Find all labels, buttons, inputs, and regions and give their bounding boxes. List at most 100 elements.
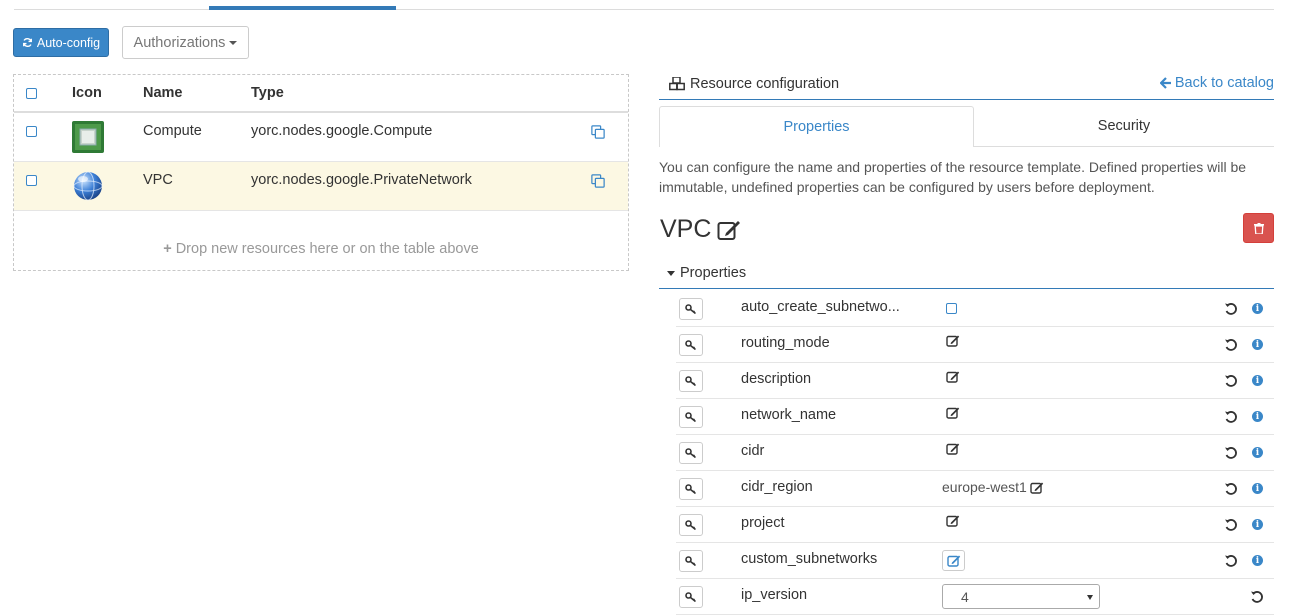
key-icon — [685, 448, 696, 458]
info-icon[interactable]: i — [1252, 483, 1263, 494]
property-edit[interactable] — [946, 406, 960, 422]
property-name: network_name — [741, 407, 837, 423]
reset-button[interactable] — [1224, 554, 1238, 568]
plus-icon: + — [163, 241, 172, 257]
trash-icon — [1253, 222, 1264, 234]
duplicate-icon[interactable] — [591, 174, 605, 188]
property-name: ip_version — [741, 587, 808, 603]
edit-icon[interactable] — [946, 406, 960, 419]
arrow-left-icon — [1159, 77, 1171, 89]
property-key-button[interactable] — [679, 550, 703, 572]
key-icon — [685, 556, 696, 566]
reset-icon[interactable] — [1224, 338, 1238, 352]
authorizations-dropdown[interactable]: Authorizations — [122, 26, 249, 59]
auto-config-button[interactable]: Auto-config — [13, 28, 109, 57]
property-edit[interactable] — [946, 514, 960, 530]
properties-section-title: Properties — [680, 265, 747, 281]
caret-down-icon — [229, 40, 238, 45]
property-edit[interactable] — [946, 334, 960, 350]
edit-icon[interactable] — [946, 442, 960, 455]
reset-icon[interactable] — [1224, 446, 1238, 460]
property-select[interactable]: 4 — [942, 584, 1100, 609]
property-row: cidr i — [676, 435, 1274, 471]
back-to-catalog-link[interactable]: Back to catalog — [1159, 75, 1274, 91]
network-globe-icon — [73, 171, 103, 201]
reset-button[interactable] — [1224, 410, 1238, 424]
reset-icon[interactable] — [1224, 410, 1238, 424]
property-name: auto_create_subnetwo... — [741, 299, 900, 315]
reset-icon[interactable] — [1250, 590, 1264, 604]
tab-properties[interactable]: Properties — [659, 106, 974, 147]
tab-properties-label: Properties — [783, 119, 850, 135]
property-key-button[interactable] — [679, 586, 703, 608]
property-edit[interactable] — [946, 370, 960, 386]
row-checkbox[interactable] — [26, 175, 37, 186]
property-name: cidr — [741, 443, 765, 459]
key-icon — [685, 376, 696, 386]
property-value[interactable]: europe-west1 — [942, 477, 1044, 497]
edit-icon[interactable] — [946, 370, 960, 383]
property-edit-button[interactable] — [942, 550, 965, 571]
drop-zone-label: Drop new resources here or on the table … — [175, 241, 479, 257]
property-row: routing_mode i — [676, 327, 1274, 363]
reset-icon[interactable] — [1224, 554, 1238, 568]
reset-icon[interactable] — [1224, 302, 1238, 316]
info-icon[interactable]: i — [1252, 303, 1263, 314]
resources-table-panel[interactable]: Icon Name Type Compute yorc.nodes.google… — [13, 74, 629, 271]
property-key-button[interactable] — [679, 334, 703, 356]
reset-button[interactable] — [1224, 446, 1238, 460]
key-icon — [685, 304, 696, 314]
reset-icon[interactable] — [1224, 518, 1238, 532]
info-icon[interactable]: i — [1252, 339, 1263, 350]
property-key-button[interactable] — [679, 514, 703, 536]
property-key-button[interactable] — [679, 370, 703, 392]
table-row-vpc[interactable]: VPC yorc.nodes.google.PrivateNetwork — [14, 162, 628, 211]
description-text: You can configure the name and propertie… — [659, 159, 1247, 195]
key-icon — [685, 340, 696, 350]
row-type: yorc.nodes.google.PrivateNetwork — [251, 172, 472, 188]
edit-name-icon[interactable] — [717, 219, 741, 241]
reset-button[interactable] — [1224, 374, 1238, 388]
header-name: Name — [143, 85, 183, 101]
row-name: Compute — [143, 123, 202, 139]
reset-button[interactable] — [1224, 338, 1238, 352]
reset-icon[interactable] — [1224, 374, 1238, 388]
info-icon[interactable]: i — [1252, 447, 1263, 458]
tab-security[interactable]: Security — [974, 106, 1274, 147]
property-key-button[interactable] — [679, 298, 703, 320]
property-edit[interactable] — [946, 442, 960, 458]
table-header: Icon Name Type — [14, 75, 628, 113]
duplicate-icon[interactable] — [591, 125, 605, 139]
delete-resource-button[interactable] — [1243, 213, 1274, 243]
info-icon[interactable]: i — [1252, 411, 1263, 422]
properties-section-header[interactable]: Properties — [659, 263, 1274, 289]
edit-icon[interactable] — [1030, 481, 1044, 494]
info-icon[interactable]: i — [1252, 519, 1263, 530]
property-name: custom_subnetworks — [741, 551, 878, 567]
property-key-button[interactable] — [679, 442, 703, 464]
key-icon — [685, 520, 696, 530]
select-all-checkbox[interactable] — [26, 88, 37, 99]
table-row-compute[interactable]: Compute yorc.nodes.google.Compute — [14, 113, 628, 162]
info-icon[interactable]: i — [1252, 555, 1263, 566]
caret-down-icon — [667, 270, 675, 276]
edit-icon[interactable] — [946, 334, 960, 347]
property-value-text: europe-west1 — [942, 479, 1027, 495]
reset-button[interactable] — [1224, 302, 1238, 316]
property-key-button[interactable] — [679, 478, 703, 500]
reset-button[interactable] — [1224, 518, 1238, 532]
reset-button[interactable] — [1250, 590, 1264, 604]
key-icon — [685, 592, 696, 602]
property-key-button[interactable] — [679, 406, 703, 428]
back-to-catalog-label: Back to catalog — [1174, 75, 1274, 91]
edit-icon[interactable] — [946, 514, 960, 527]
row-name: VPC — [143, 172, 173, 188]
header-icon: Icon — [72, 85, 102, 101]
info-icon[interactable]: i — [1252, 375, 1263, 386]
drop-zone[interactable]: + Drop new resources here or on the tabl… — [14, 241, 628, 257]
property-checkbox[interactable] — [946, 303, 957, 314]
reset-icon[interactable] — [1224, 482, 1238, 496]
key-icon — [685, 412, 696, 422]
reset-button[interactable] — [1224, 482, 1238, 496]
row-checkbox[interactable] — [26, 126, 37, 137]
